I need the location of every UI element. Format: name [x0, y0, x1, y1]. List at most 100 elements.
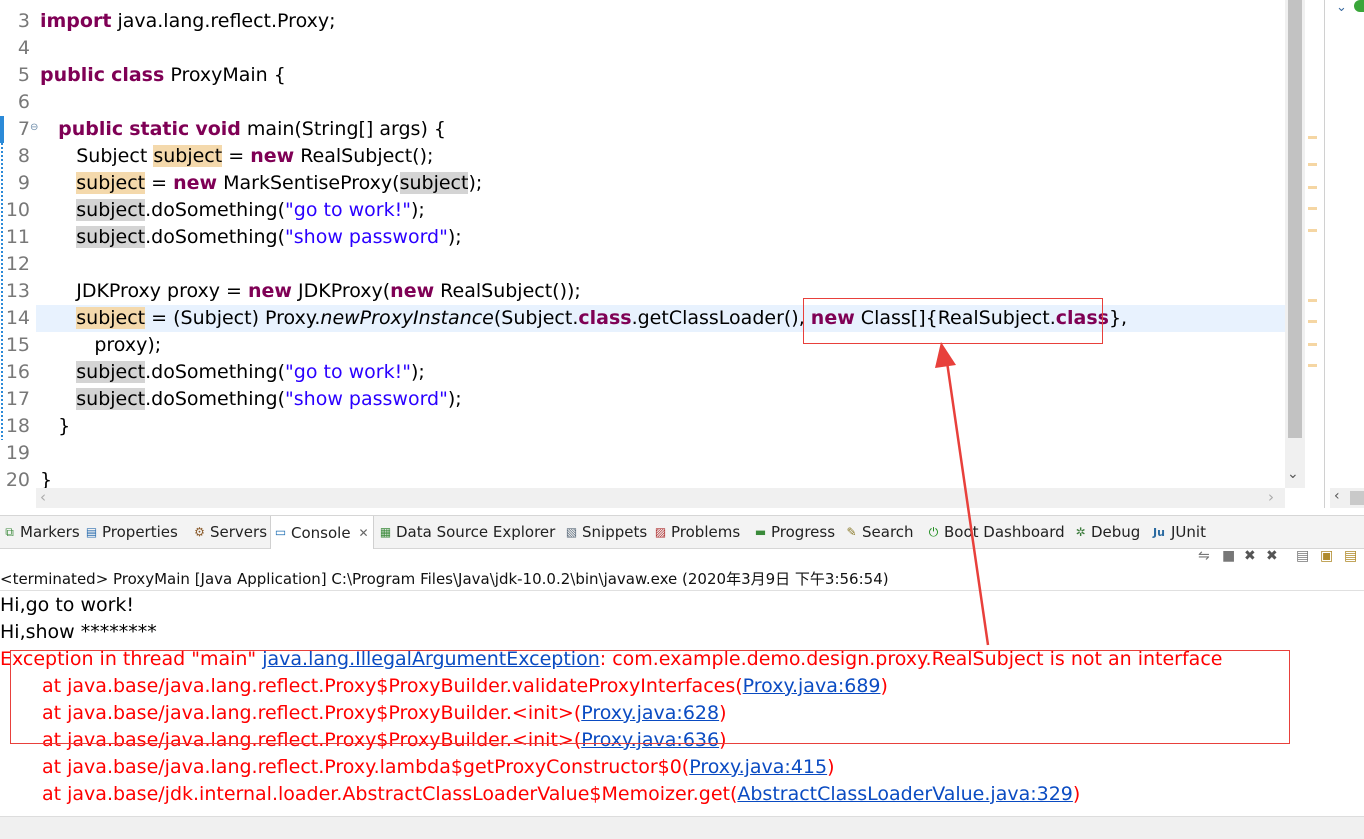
junit-icon: Ju — [1153, 525, 1165, 539]
code-line[interactable]: } — [40, 413, 70, 440]
tab-debug[interactable]: ✲ Debug — [1071, 516, 1144, 548]
tab-properties[interactable]: ▤ Properties — [82, 516, 182, 548]
overview-marker[interactable] — [1308, 320, 1317, 323]
console-header: <terminated> ProxyMain [Java Application… — [0, 570, 889, 588]
code-token: JDKProxy( — [291, 280, 391, 302]
scroll-down-icon[interactable]: ⌄ — [1287, 466, 1299, 482]
scroll-lock-icon[interactable]: ▣ — [1320, 548, 1333, 564]
console-text: at java.base/java.lang.reflect.Proxy.lam… — [42, 756, 690, 778]
chevron-down-icon[interactable]: ⌄ — [1336, 0, 1347, 15]
editor-horizontal-scrollbar[interactable] — [36, 488, 1285, 508]
tab-progress[interactable]: ▬ Progress — [751, 516, 839, 548]
line-number: 18 — [5, 415, 30, 437]
remove-launch-icon[interactable]: ✖ — [1244, 548, 1256, 564]
code-line[interactable]: subject = new MarkSentiseProxy(subject); — [40, 170, 482, 197]
code-line[interactable]: Subject subject = new RealSubject(); — [40, 143, 433, 170]
overview-marker[interactable] — [1308, 299, 1317, 302]
code-token: ); — [410, 361, 425, 383]
fold-toggle-icon[interactable]: ⊖ — [30, 114, 38, 141]
code-token: static — [129, 118, 190, 140]
tab-boot-dashboard[interactable]: ⏻ Boot Dashboard — [924, 516, 1069, 548]
tab-snippets[interactable]: ▧ Snippets — [562, 516, 651, 548]
code-token: void — [195, 118, 241, 140]
stack-trace-link[interactable]: Proxy.java:415 — [689, 756, 827, 778]
code-line[interactable]: subject.doSomething("go to work!"); — [40, 197, 425, 224]
pin-icon[interactable]: ⇋ — [1198, 548, 1210, 564]
code-token: java.lang.reflect.Proxy; — [111, 10, 336, 32]
word-wrap-icon[interactable]: ▤ — [1344, 548, 1357, 564]
code-token: new — [248, 280, 292, 302]
tab-console[interactable]: ▭ Console ✕ — [270, 516, 374, 549]
servers-icon: ⚙ — [194, 524, 205, 539]
console-text: ) — [1072, 783, 1081, 805]
overview-marker[interactable] — [1308, 207, 1317, 210]
overview-marker[interactable] — [1308, 343, 1317, 346]
tab-servers[interactable]: ⚙ Servers — [190, 516, 271, 548]
code-line[interactable]: } — [40, 467, 52, 488]
line-number: 12 — [5, 253, 30, 275]
console-horizontal-scrollbar[interactable] — [0, 816, 1364, 839]
console-line: Hi,show ******** — [0, 619, 157, 646]
line-number: 5 — [17, 64, 30, 86]
overview-marker[interactable] — [1308, 163, 1317, 166]
overview-marker[interactable] — [1308, 186, 1317, 189]
tab-problems[interactable]: ▨ Problems — [651, 516, 744, 548]
code-token: ); — [447, 388, 462, 410]
overview-marker[interactable] — [1308, 364, 1317, 367]
code-token: new — [390, 280, 435, 302]
code-token: .doSomething( — [145, 226, 286, 248]
code-token: }, — [1108, 307, 1128, 329]
tab-markers[interactable]: ⧉ Markers — [0, 516, 84, 548]
code-token: proxy); — [40, 334, 162, 356]
overview-marker[interactable] — [1308, 229, 1317, 232]
outline-panel — [1324, 0, 1364, 508]
highlight-box-error — [10, 650, 1290, 744]
tab-search[interactable]: ✎ Search — [842, 516, 918, 548]
tab-label: Search — [862, 523, 914, 541]
remove-all-launches-icon[interactable]: ✖ — [1266, 548, 1278, 564]
code-line[interactable]: public static void main(String[] args) { — [40, 116, 446, 143]
code-line[interactable]: subject.doSomething("show password"); — [40, 386, 462, 413]
code-line[interactable]: subject.doSomething("go to work!"); — [40, 359, 425, 386]
code-line[interactable]: proxy); — [40, 332, 161, 359]
editor-scroll-thumb[interactable] — [1288, 0, 1302, 438]
code-token: subject — [76, 226, 146, 248]
code-line[interactable]: import java.lang.reflect.Proxy; — [40, 8, 336, 35]
tab-label: Problems — [671, 523, 741, 541]
line-number: 15 — [5, 334, 30, 356]
scroll-left-icon[interactable]: ‹ — [1334, 488, 1340, 504]
code-token: = (Subject) Proxy. — [145, 307, 321, 329]
tab-label: Boot Dashboard — [944, 523, 1065, 541]
code-editor[interactable]: 3 4 5 6 7 ⊖ 8 9 10 11 12 13 14 15 16 17 18 19 20 import ja… — [0, 0, 1305, 488]
clear-console-icon[interactable]: ▤ — [1296, 548, 1309, 564]
code-token: subject — [76, 199, 146, 221]
line-number: 10 — [5, 199, 30, 221]
line-number: 9 — [17, 172, 30, 194]
close-icon[interactable]: ✕ — [359, 517, 369, 549]
code-line[interactable]: JDKProxy proxy = new JDKProxy(new RealSu… — [40, 278, 581, 305]
stack-trace-link[interactable]: AbstractClassLoaderValue.java:329 — [737, 783, 1073, 805]
code-token: "show password" — [285, 226, 448, 248]
console-text: ) — [827, 756, 835, 778]
code-token: (Subject. — [493, 307, 579, 329]
code-line[interactable]: public class ProxyMain { — [40, 62, 286, 89]
terminate-icon[interactable]: ■ — [1222, 548, 1235, 564]
tab-data-source-explorer[interactable]: ▦ Data Source Explorer — [376, 516, 559, 548]
debug-icon: ✲ — [1075, 524, 1086, 539]
code-line[interactable]: subject.doSomething("show password"); — [40, 224, 462, 251]
tab-junit[interactable]: Ju JUnit — [1148, 516, 1210, 548]
view-tab-bar: ⧉ Markers ▤ Properties ⚙ Servers ▭ Console ✕ ▦ Dat… — [0, 515, 1364, 549]
tab-label: JUnit — [1171, 523, 1206, 541]
outline-scroll-thumb[interactable] — [1350, 491, 1364, 505]
console-line: Hi,go to work! — [0, 592, 134, 619]
scroll-left-icon[interactable]: ‹ — [40, 488, 46, 506]
overview-marker[interactable] — [1308, 136, 1317, 139]
highlight-box-code — [803, 298, 1103, 344]
scroll-right-icon[interactable]: › — [1268, 488, 1274, 506]
code-token: ); — [447, 226, 462, 248]
